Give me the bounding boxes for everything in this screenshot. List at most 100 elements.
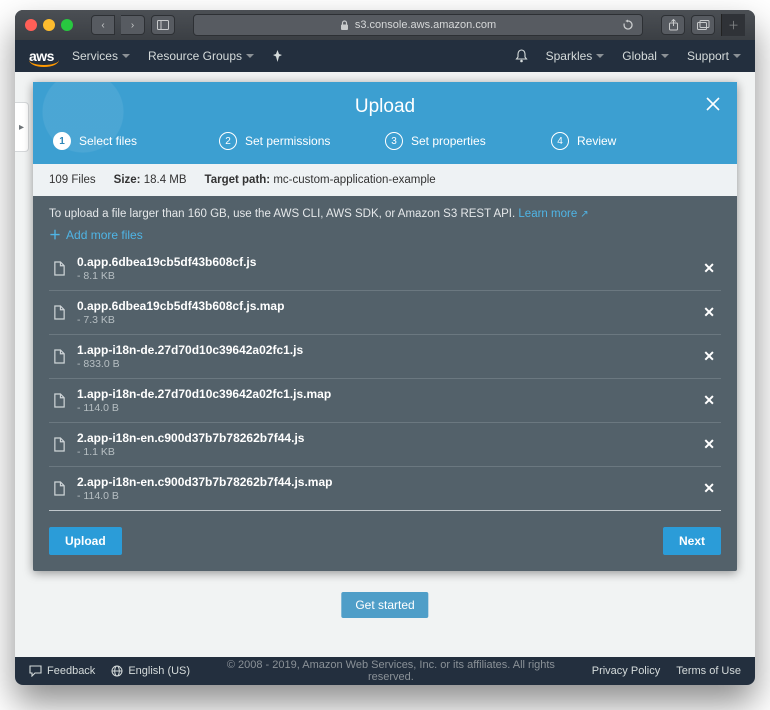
nav-support[interactable]: Support [687, 49, 741, 63]
file-row: 2.app-i18n-en.c900d37b7b78262b7f44.js.ma… [49, 467, 721, 511]
file-list: 0.app.6dbea19cb5df43b608cf.js- 8.1 KB✕0.… [49, 247, 721, 511]
target-path-label: Target path: [205, 174, 271, 186]
modal-header: Upload 1 Select files 2 Set permissions 3 Set… [33, 82, 737, 164]
file-row: 2.app-i18n-en.c900d37b7b78262b7f44.js- 1… [49, 423, 721, 467]
page-body: ▸ Get started Upload 1 Select files 2 Set p… [15, 72, 755, 685]
copyright-text: © 2008 - 2019, Amazon Web Services, Inc.… [206, 659, 576, 683]
nav-region[interactable]: Global [622, 49, 669, 63]
remove-file-button[interactable]: ✕ [699, 480, 719, 497]
file-size: - 114.0 B [77, 402, 689, 414]
upload-modal: Upload 1 Select files 2 Set permissions 3 Set… [33, 82, 737, 571]
file-size: - 8.1 KB [77, 270, 689, 282]
speech-bubble-icon [29, 665, 42, 677]
chevron-down-icon [122, 54, 130, 62]
upload-summary-bar: 109 Files Size: 18.4 MB Target path: mc-… [33, 164, 737, 196]
target-path-value: mc-custom-application-example [273, 174, 435, 186]
file-size: - 114.0 B [77, 490, 689, 502]
step-number-icon: 3 [385, 132, 403, 150]
sidebar-expand-toggle[interactable]: ▸ [15, 102, 29, 152]
modal-title: Upload [33, 96, 737, 118]
file-count: 109 Files [49, 174, 96, 186]
file-row: 1.app-i18n-de.27d70d10c39642a02fc1.js- 8… [49, 335, 721, 379]
aws-header: aws Services Resource Groups Sparkles Gl… [15, 40, 755, 72]
tabs-button[interactable] [691, 15, 715, 35]
add-more-files-button[interactable]: ＋ Add more files [49, 226, 721, 243]
remove-file-button[interactable]: ✕ [699, 304, 719, 321]
file-name: 1.app-i18n-de.27d70d10c39642a02fc1.js.ma… [77, 387, 689, 401]
browser-window: ‹ › s3.console.aws.amazon.com ＋ aws Serv… [15, 10, 755, 685]
size-label: Size: [114, 174, 141, 186]
file-size: - 1.1 KB [77, 446, 689, 458]
close-icon[interactable] [705, 96, 721, 117]
file-row: 1.app-i18n-de.27d70d10c39642a02fc1.js.ma… [49, 379, 721, 423]
chevron-down-icon [596, 54, 604, 62]
privacy-policy-link[interactable]: Privacy Policy [592, 665, 660, 677]
nav-services[interactable]: Services [72, 49, 130, 63]
chevron-down-icon [661, 54, 669, 62]
window-minimize-button[interactable] [43, 19, 55, 31]
address-text: s3.console.aws.amazon.com [355, 19, 496, 31]
chevron-down-icon [733, 54, 741, 62]
remove-file-button[interactable]: ✕ [699, 436, 719, 453]
next-button[interactable]: Next [663, 527, 721, 555]
chevron-down-icon [246, 54, 254, 62]
file-icon [51, 393, 67, 408]
file-name: 0.app.6dbea19cb5df43b608cf.js.map [77, 299, 689, 313]
pin-icon[interactable] [272, 49, 283, 63]
lock-icon [340, 19, 349, 31]
step-number-icon: 4 [551, 132, 569, 150]
share-button[interactable] [661, 15, 685, 35]
remove-file-button[interactable]: ✕ [699, 260, 719, 277]
globe-icon [111, 665, 123, 677]
feedback-link[interactable]: Feedback [29, 665, 95, 677]
new-tab-button[interactable]: ＋ [721, 14, 745, 36]
wizard-step-1[interactable]: 1 Select files [53, 132, 219, 150]
file-icon [51, 305, 67, 320]
step-number-icon: 1 [53, 132, 71, 150]
step-label: Set permissions [245, 134, 330, 148]
file-icon [51, 349, 67, 364]
file-size: - 7.3 KB [77, 314, 689, 326]
browser-toolbar: ‹ › s3.console.aws.amazon.com ＋ [15, 10, 755, 40]
step-label: Select files [79, 134, 137, 148]
console-footer: Feedback English (US) © 2008 - 2019, Ama… [15, 657, 755, 685]
upload-button[interactable]: Upload [49, 527, 122, 555]
nav-forward-button[interactable]: › [121, 15, 145, 35]
external-link-icon: ↗ [580, 209, 588, 220]
plus-icon: ＋ [49, 226, 61, 243]
notifications-icon[interactable] [515, 49, 528, 64]
wizard-step-3[interactable]: 3 Set properties [385, 132, 551, 150]
wizard-step-2[interactable]: 2 Set permissions [219, 132, 385, 150]
file-row: 0.app.6dbea19cb5df43b608cf.js- 8.1 KB ✕ [49, 247, 721, 291]
file-name: 1.app-i18n-de.27d70d10c39642a02fc1.js [77, 343, 689, 357]
file-icon [51, 481, 67, 496]
remove-file-button[interactable]: ✕ [699, 392, 719, 409]
upload-hint: To upload a file larger than 160 GB, use… [49, 208, 721, 220]
file-name: 2.app-i18n-en.c900d37b7b78262b7f44.js [77, 431, 689, 445]
window-close-button[interactable] [25, 19, 37, 31]
step-label: Review [577, 134, 616, 148]
chevron-right-icon: ▸ [19, 122, 24, 133]
get-started-button[interactable]: Get started [341, 592, 428, 618]
size-value: 18.4 MB [144, 174, 187, 186]
file-icon [51, 261, 67, 276]
sidebar-toggle-button[interactable] [151, 15, 175, 35]
file-icon [51, 437, 67, 452]
nav-back-button[interactable]: ‹ [91, 15, 115, 35]
nav-account[interactable]: Sparkles [546, 49, 605, 63]
language-selector[interactable]: English (US) [111, 665, 190, 677]
nav-resource-groups[interactable]: Resource Groups [148, 49, 254, 63]
aws-logo[interactable]: aws [29, 48, 54, 64]
remove-file-button[interactable]: ✕ [699, 348, 719, 365]
step-number-icon: 2 [219, 132, 237, 150]
terms-of-use-link[interactable]: Terms of Use [676, 665, 741, 677]
address-bar[interactable]: s3.console.aws.amazon.com [193, 14, 643, 36]
wizard-step-4[interactable]: 4 Review [551, 132, 717, 150]
file-name: 0.app.6dbea19cb5df43b608cf.js [77, 255, 689, 269]
file-row: 0.app.6dbea19cb5df43b608cf.js.map- 7.3 K… [49, 291, 721, 335]
reload-icon[interactable] [622, 19, 634, 31]
step-label: Set properties [411, 134, 486, 148]
learn-more-link[interactable]: Learn more↗ [518, 208, 588, 220]
window-zoom-button[interactable] [61, 19, 73, 31]
file-size: - 833.0 B [77, 358, 689, 370]
